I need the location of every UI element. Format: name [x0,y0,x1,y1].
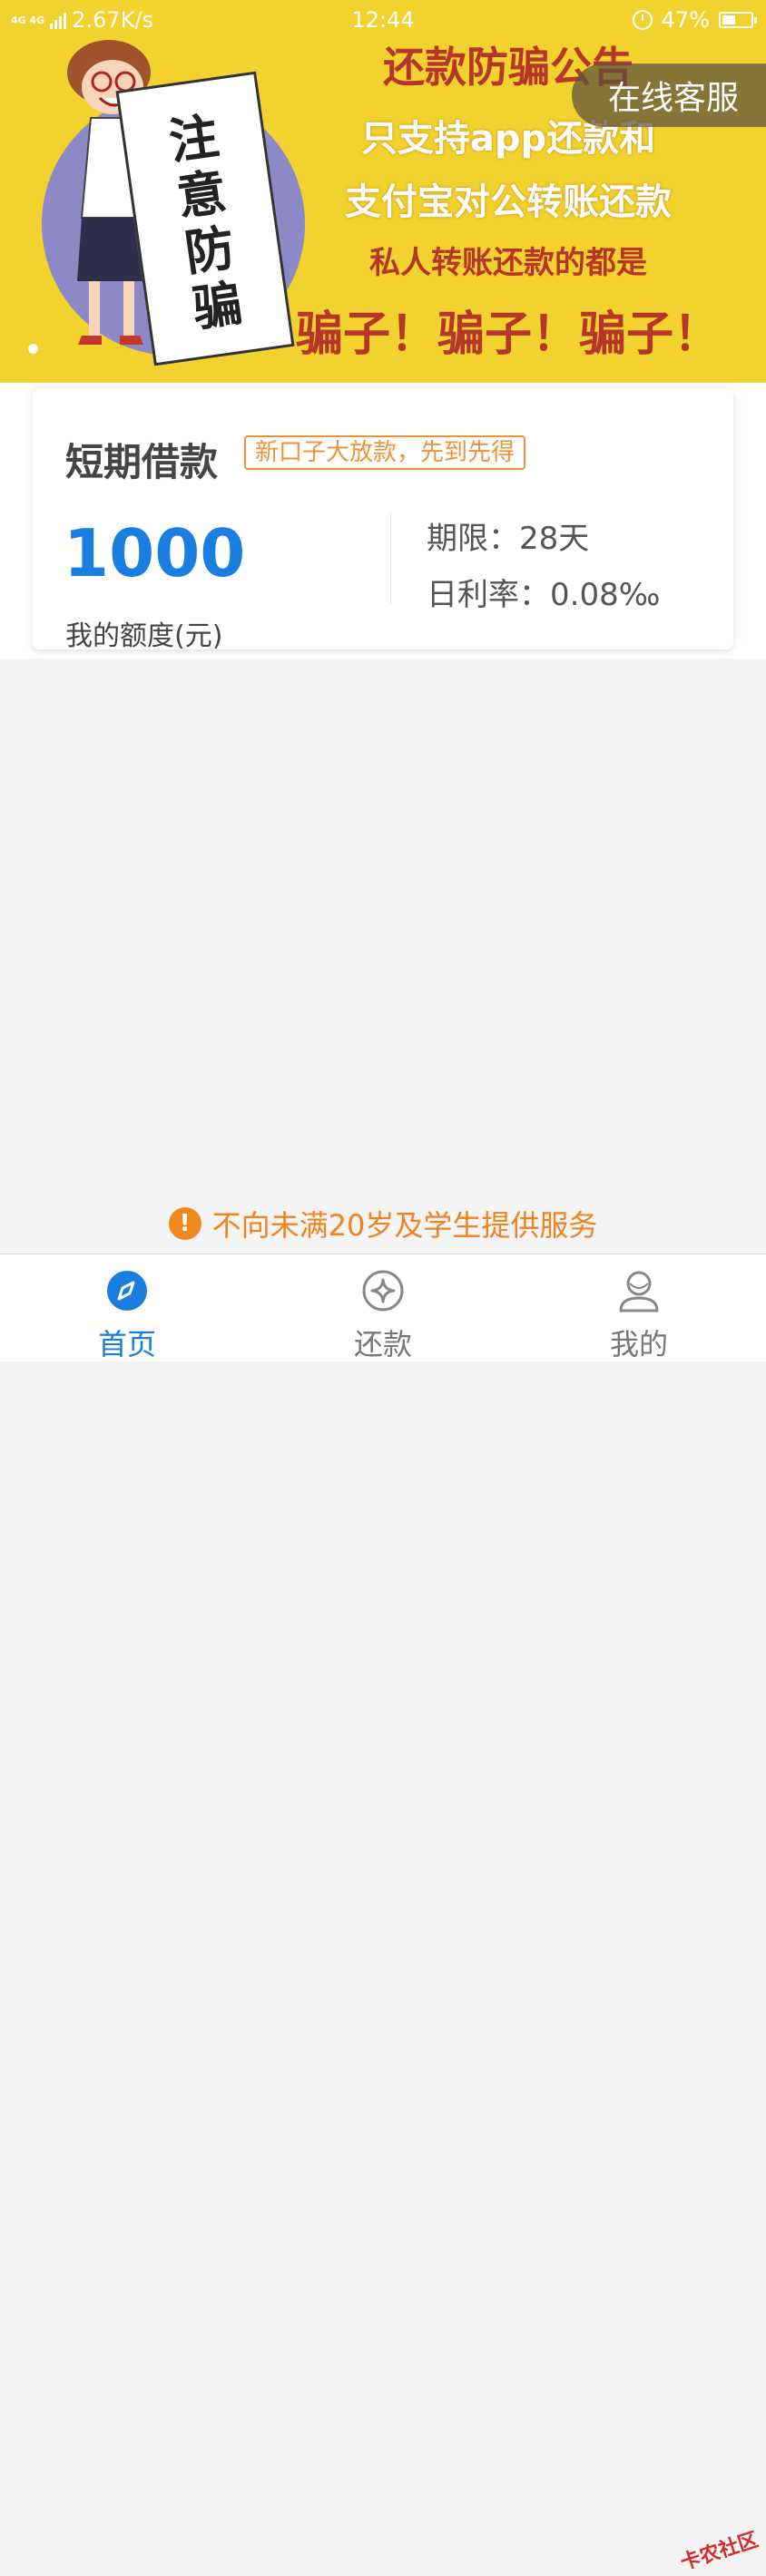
battery-icon [719,12,757,28]
status-right: 47% [632,7,757,33]
tab-home[interactable]: 首页 [36,1254,218,1361]
loan-card[interactable]: 短期借款 新口子大放款，先到先得 1000 我的额度(元) 期限：28天 日利率… [33,388,733,649]
card-divider [390,512,391,604]
alarm-icon [632,10,653,30]
bottom-tab-bar: 首页 还款 我的 卡农社区 [0,1254,766,2575]
banner[interactable]: 4G 4G 2.67K/s 12:44 47% 注意防骗 还款防骗公告 只支持a… [0,0,766,383]
repay-icon [362,1270,404,1312]
age-warning: ! 不向未满20岁及学生提供服务 [0,1203,766,1244]
tab-repay[interactable]: 还款 [292,1254,474,1361]
loan-title: 短期借款 [65,440,219,484]
tab-repay-label: 还款 [353,1327,412,1361]
notice-line-2: 支付宝对公转账还款 [345,181,672,223]
credit-amount-label: 我的额度(元) [65,620,223,649]
credit-amount: 1000 [64,515,246,591]
notice-line-3: 私人转账还款的都是 [369,245,647,281]
tab-home-label: 首页 [97,1327,156,1361]
compass-icon [107,1271,147,1311]
online-service-button[interactable]: 在线客服 [572,63,766,127]
user-icon [619,1271,659,1312]
carousel-indicator[interactable] [28,344,38,354]
promo-tag: 新口子大放款，先到先得 [244,435,526,470]
daily-rate: 日利率：0.08‰ [427,577,661,613]
warning-text: 不向未满20岁及学生提供服务 [211,1208,598,1243]
battery-percent: 47% [661,7,710,33]
watermark-logo: 卡农社区 [678,2528,761,2575]
loan-term: 期限：28天 [427,521,590,557]
tab-mine[interactable]: 我的 [548,1254,730,1361]
notice-line-4: 骗子！骗子！骗子！ [295,307,721,362]
exclamation-icon: ! [168,1207,201,1240]
status-bar: 4G 4G 2.67K/s 12:44 47% [0,0,766,40]
tab-mine-label: 我的 [609,1327,668,1361]
scroll-text: 注意防骗 [165,106,246,338]
